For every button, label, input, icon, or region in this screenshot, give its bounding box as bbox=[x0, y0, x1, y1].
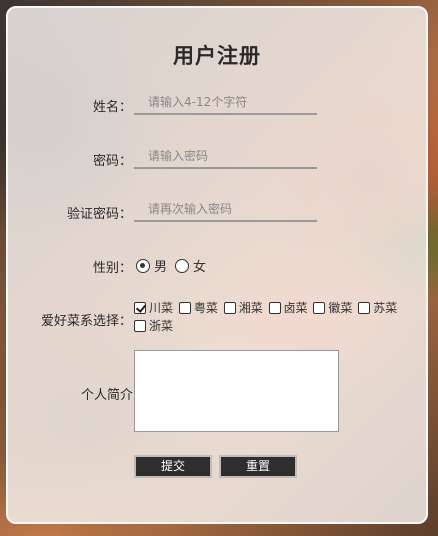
cuisine-label: 爱好菜系选择： bbox=[40, 314, 132, 329]
cuisine-option-label: 浙菜 bbox=[149, 319, 174, 333]
gender-radio-male[interactable] bbox=[136, 258, 150, 273]
registration-panel: 用户注册 bbox=[6, 6, 428, 524]
page-title: 用户注册 bbox=[173, 44, 261, 68]
gender-radio-female[interactable] bbox=[175, 258, 190, 273]
cuisine-option-label: 粤菜 bbox=[193, 301, 218, 315]
gender-group: 男 女 bbox=[136, 256, 214, 275]
confirm-password-label: 验证密码： bbox=[66, 207, 132, 222]
reset-button[interactable]: 重置 bbox=[219, 455, 297, 478]
cuisine-checkbox-xiang[interactable] bbox=[223, 302, 236, 314]
cuisine-option-label: 卤菜 bbox=[283, 301, 308, 315]
gender-label: 性别： bbox=[92, 261, 132, 276]
cuisine-option-label: 徽菜 bbox=[328, 301, 353, 315]
cuisine-checkbox-zhe[interactable] bbox=[134, 320, 146, 332]
password-label: 密码： bbox=[92, 154, 132, 169]
confirm-password-input[interactable] bbox=[134, 198, 317, 222]
cuisine-checkbox-su[interactable] bbox=[358, 302, 371, 314]
cuisine-checkbox-group: 川菜 粤菜 湘菜 卤菜 徽菜 苏菜 浙菜 bbox=[134, 300, 424, 336]
cuisine-checkbox-lu[interactable] bbox=[268, 302, 281, 314]
cuisine-checkbox-yue[interactable] bbox=[178, 302, 191, 314]
gender-option-label: 女 bbox=[193, 260, 207, 275]
name-label: 姓名： bbox=[92, 100, 132, 115]
cuisine-option-label: 苏菜 bbox=[373, 301, 398, 315]
cuisine-option-label: 川菜 bbox=[149, 301, 174, 315]
name-input[interactable] bbox=[134, 91, 317, 115]
cuisine-checkbox-chuan[interactable] bbox=[134, 302, 146, 314]
cuisine-checkbox-hui[interactable] bbox=[313, 302, 326, 314]
bio-label: 个人简介 bbox=[80, 388, 133, 403]
submit-button[interactable]: 提交 bbox=[134, 455, 212, 478]
cuisine-option-label: 湘菜 bbox=[238, 301, 263, 315]
gender-option-label: 男 bbox=[154, 260, 168, 275]
password-input[interactable] bbox=[134, 145, 317, 169]
bio-textarea[interactable] bbox=[134, 350, 339, 432]
